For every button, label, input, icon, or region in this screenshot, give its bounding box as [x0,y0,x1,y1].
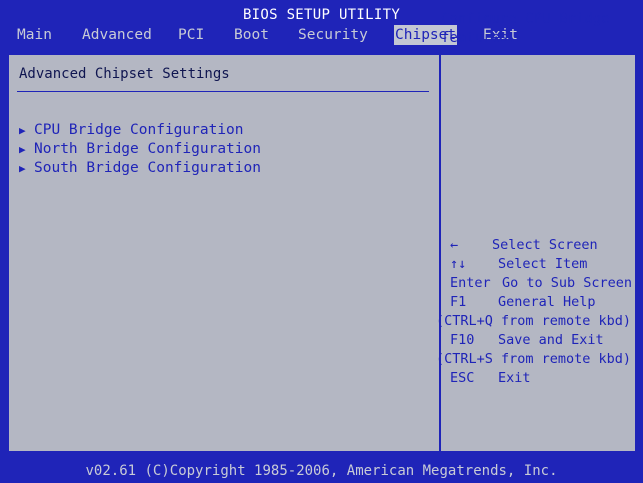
key-action: (CTRL+Q from remote kbd) [436,313,632,329]
key-row: ↑↓ Select Item [436,255,628,274]
menu-tab-main[interactable]: Main [17,25,52,45]
key-name: F10 [450,332,475,348]
help-description: Configure CPU Bridge features. [441,11,610,46]
key-action: General Help [498,294,596,310]
key-row: (CTRL+S from remote kbd) [436,350,632,369]
key-name: F1 [450,294,467,310]
key-left-icon: ← [450,237,459,253]
menu-tab-security[interactable]: Security [298,25,368,45]
section-title-rule [17,91,429,92]
key-row: ← Select Screen [436,236,628,255]
key-action: Select Screen [492,237,598,253]
key-action: Select Item [498,256,588,272]
key-updown-icon: ↑↓ [450,256,467,272]
key-action: Exit [498,370,531,386]
option-label: South Bridge Configuration [34,160,261,176]
section-title: Advanced Chipset Settings [19,66,230,82]
key-name: ESC [450,370,475,386]
key-legend: ← Select Screen ↑↓ Select Item Enter Go to … [436,236,632,388]
key-row: ESC Exit [436,369,628,388]
bios-screen: BIOS SETUP UTILITY Main Advanced PCI Boo… [0,0,643,483]
key-row: F1 General Help [436,293,628,312]
option-label: CPU Bridge Configuration [34,122,244,138]
option-cpu-bridge-configuration[interactable]: ▶ CPU Bridge Configuration [19,121,244,140]
submenu-arrow-icon: ▶ [19,124,26,137]
menu-tab-boot[interactable]: Boot [234,25,269,45]
menu-tab-advanced[interactable]: Advanced [82,25,152,45]
option-north-bridge-configuration[interactable]: ▶ North Bridge Configuration [19,140,261,159]
key-row: F10 Save and Exit [436,331,628,350]
key-action: Go to Sub Screen [502,275,633,291]
option-label: North Bridge Configuration [34,141,261,157]
menu-tab-pci[interactable]: PCI [178,25,204,45]
submenu-arrow-icon: ▶ [19,162,26,175]
copyright-footer: v02.61 (C)Copyright 1985-2006, American … [85,463,558,479]
key-name: Enter [450,275,491,291]
key-action: (CTRL+S from remote kbd) [436,351,632,367]
submenu-arrow-icon: ▶ [19,143,26,156]
key-row: Enter Go to Sub Screen [436,274,632,293]
option-south-bridge-configuration[interactable]: ▶ South Bridge Configuration [19,159,261,178]
key-row: (CTRL+Q from remote kbd) [436,312,632,331]
key-action: Save and Exit [498,332,604,348]
